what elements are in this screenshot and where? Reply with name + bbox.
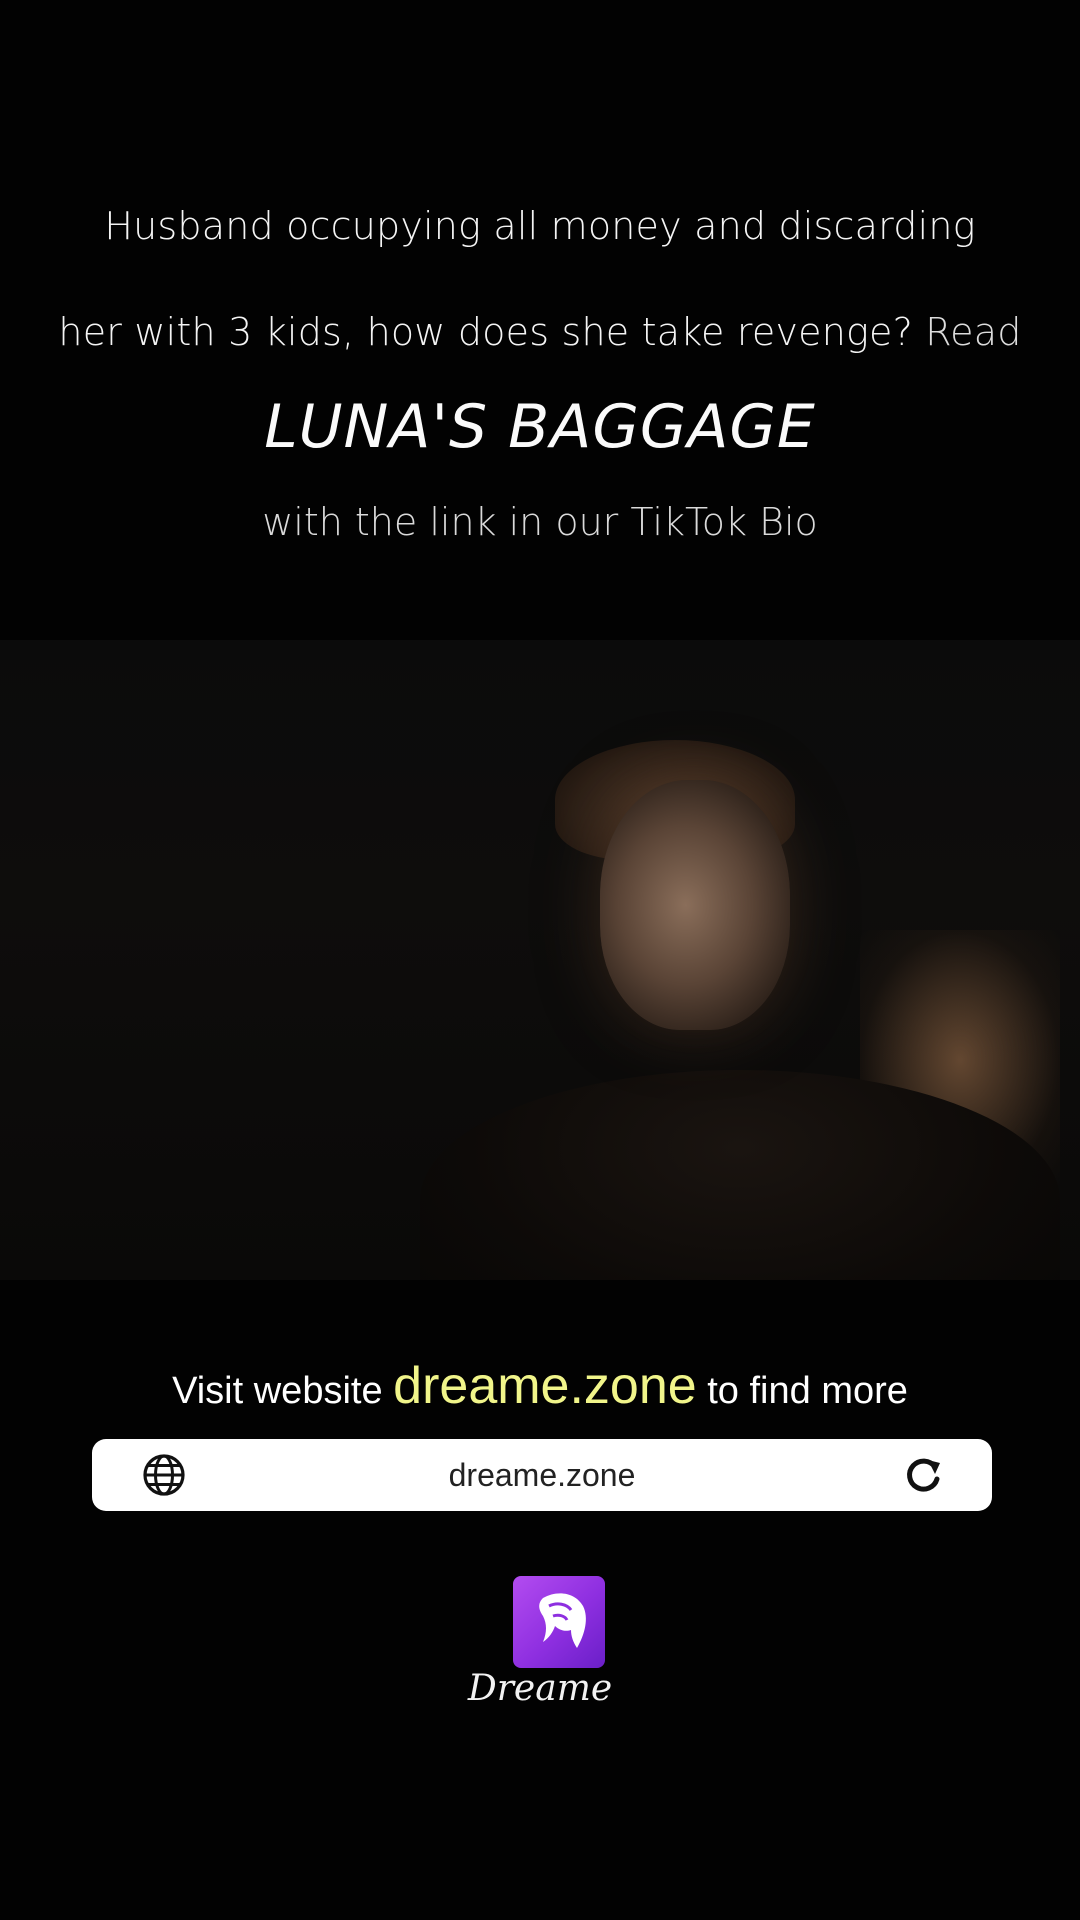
person-face: [600, 780, 790, 1030]
promo-suffix: to find more: [707, 1370, 908, 1412]
horse-head-icon: [539, 1593, 586, 1648]
dreame-wordmark: Dreame: [467, 1668, 613, 1709]
caption-line-2: her with 3 kids, how does she take reven…: [0, 310, 1080, 354]
url-bar[interactable]: dreame.zone: [92, 1439, 992, 1511]
caption-line-1: Husband occupying all money and discardi…: [104, 204, 976, 248]
promo-site: dreame.zone: [393, 1357, 697, 1415]
dreame-logo: [513, 1576, 605, 1668]
caption-line-2-main: her with 3 kids, how does she take reven…: [58, 310, 913, 354]
reload-icon[interactable]: [904, 1455, 944, 1495]
video-still: [0, 640, 1080, 1280]
promo-prefix: Visit website: [172, 1370, 383, 1412]
video-frame: Husband occupying all money and discardi…: [0, 0, 1080, 1920]
caption-line-3: with the link in our TikTok Bio: [262, 500, 818, 544]
url-text[interactable]: dreame.zone: [92, 1457, 992, 1494]
caption-read-word: Read: [925, 310, 1022, 354]
book-title: LUNA'S BAGGAGE: [264, 392, 816, 462]
promo-text: Visit website dreame.zone to find more: [0, 1356, 1080, 1416]
